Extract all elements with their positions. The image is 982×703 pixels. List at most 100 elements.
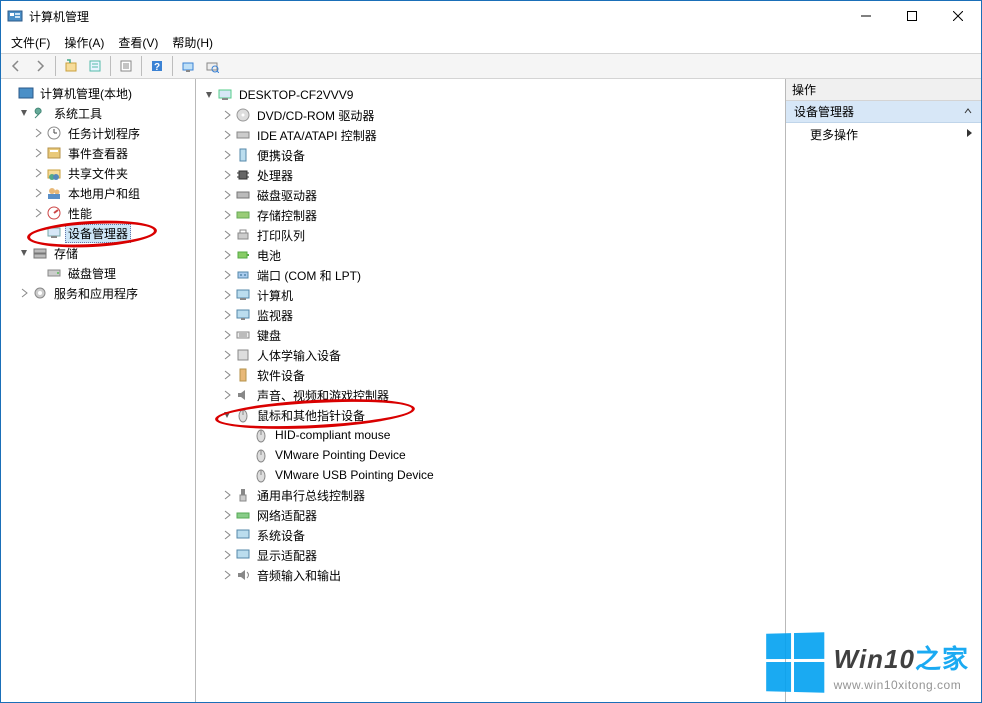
- chevron-right-icon[interactable]: [220, 308, 234, 322]
- device-tree[interactable]: DESKTOP-CF2VVV9 DVD/CD-ROM 驱动器 IDE ATA/A…: [196, 81, 785, 589]
- chevron-right-icon[interactable]: [220, 548, 234, 562]
- back-button[interactable]: [5, 55, 27, 77]
- chevron-right-icon[interactable]: [220, 368, 234, 382]
- chevron-right-icon[interactable]: [220, 148, 234, 162]
- device-category[interactable]: IDE ATA/ATAPI 控制器: [198, 125, 783, 145]
- storage-controller-icon: [235, 207, 251, 223]
- disk-drive-icon: [235, 187, 251, 203]
- chevron-down-icon[interactable]: [202, 88, 216, 102]
- chevron-right-icon[interactable]: [220, 528, 234, 542]
- show-hidden-button[interactable]: [201, 55, 223, 77]
- device-category[interactable]: 音频输入和输出: [198, 565, 783, 585]
- device-category[interactable]: 计算机: [198, 285, 783, 305]
- chevron-right-icon[interactable]: [220, 488, 234, 502]
- chevron-right-icon[interactable]: [220, 328, 234, 342]
- device-category[interactable]: 打印队列: [198, 225, 783, 245]
- device-category[interactable]: 监视器: [198, 305, 783, 325]
- chevron-right-icon[interactable]: [220, 168, 234, 182]
- mmc-tree[interactable]: 计算机管理(本地) 系统工具 任务计划程序 事件查看器 共享文件夹: [1, 79, 195, 307]
- chevron-right-icon[interactable]: [220, 388, 234, 402]
- help-button[interactable]: ?: [146, 55, 168, 77]
- chevron-right-icon[interactable]: [17, 286, 31, 300]
- chevron-right-icon[interactable]: [220, 228, 234, 242]
- device-category[interactable]: 显示适配器: [198, 545, 783, 565]
- chevron-down-icon[interactable]: [17, 246, 31, 260]
- minimize-button[interactable]: [843, 1, 889, 31]
- device-category[interactable]: DVD/CD-ROM 驱动器: [198, 105, 783, 125]
- chevron-right-icon[interactable]: [31, 166, 45, 180]
- chevron-right-icon[interactable]: [220, 508, 234, 522]
- chevron-right-icon[interactable]: [220, 108, 234, 122]
- device-label: VMware USB Pointing Device: [272, 467, 437, 483]
- device-category[interactable]: 网络适配器: [198, 505, 783, 525]
- chevron-right-icon[interactable]: [31, 206, 45, 220]
- tree-root[interactable]: 计算机管理(本地): [3, 83, 193, 103]
- chevron-right-icon[interactable]: [220, 128, 234, 142]
- tree-event-viewer[interactable]: 事件查看器: [3, 143, 193, 163]
- tree-shared-folders[interactable]: 共享文件夹: [3, 163, 193, 183]
- device-root[interactable]: DESKTOP-CF2VVV9: [198, 85, 783, 105]
- chevron-down-icon[interactable]: [17, 106, 31, 120]
- tree-performance[interactable]: 性能: [3, 203, 193, 223]
- menu-file[interactable]: 文件(F): [5, 32, 56, 53]
- device-category[interactable]: 键盘: [198, 325, 783, 345]
- details-button[interactable]: [115, 55, 137, 77]
- tree-device-manager[interactable]: 设备管理器: [3, 223, 193, 243]
- chevron-right-icon[interactable]: [31, 126, 45, 140]
- device-category[interactable]: 存储控制器: [198, 205, 783, 225]
- tree-disk-management[interactable]: 磁盘管理: [3, 263, 193, 283]
- device-category[interactable]: 人体学输入设备: [198, 345, 783, 365]
- device-label: 鼠标和其他指针设备: [254, 406, 368, 425]
- chevron-right-icon[interactable]: [31, 186, 45, 200]
- tree-local-users[interactable]: 本地用户和组: [3, 183, 193, 203]
- chevron-down-icon[interactable]: [3, 86, 17, 100]
- chevron-down-icon[interactable]: [220, 408, 234, 422]
- device-label: 人体学输入设备: [254, 346, 344, 365]
- twisty-none: [238, 428, 252, 442]
- menu-action[interactable]: 操作(A): [58, 32, 110, 53]
- chevron-right-icon[interactable]: [220, 348, 234, 362]
- device-category[interactable]: 磁盘驱动器: [198, 185, 783, 205]
- device-item[interactable]: VMware USB Pointing Device: [198, 465, 783, 485]
- menu-view[interactable]: 查看(V): [112, 32, 164, 53]
- properties-button[interactable]: [84, 55, 106, 77]
- device-category[interactable]: 便携设备: [198, 145, 783, 165]
- scan-hardware-button[interactable]: [177, 55, 199, 77]
- forward-button[interactable]: [29, 55, 51, 77]
- chevron-right-icon[interactable]: [31, 146, 45, 160]
- tree-node-label: 存储: [51, 244, 81, 263]
- maximize-button[interactable]: [889, 1, 935, 31]
- actions-pane: 操作 设备管理器 更多操作: [786, 79, 981, 702]
- device-mouse-category[interactable]: 鼠标和其他指针设备: [198, 405, 783, 425]
- device-category[interactable]: 通用串行总线控制器: [198, 485, 783, 505]
- device-category[interactable]: 端口 (COM 和 LPT): [198, 265, 783, 285]
- tree-node-label: 设备管理器: [65, 224, 131, 243]
- chevron-right-icon[interactable]: [220, 248, 234, 262]
- tree-services-apps[interactable]: 服务和应用程序: [3, 283, 193, 303]
- cpu-icon: [235, 167, 251, 183]
- tree-storage[interactable]: 存储: [3, 243, 193, 263]
- chevron-right-icon[interactable]: [220, 188, 234, 202]
- up-button[interactable]: [60, 55, 82, 77]
- menu-help[interactable]: 帮助(H): [166, 32, 219, 53]
- chevron-right-icon[interactable]: [220, 568, 234, 582]
- device-label: 便携设备: [254, 146, 308, 165]
- device-item[interactable]: VMware Pointing Device: [198, 445, 783, 465]
- actions-more[interactable]: 更多操作: [786, 123, 981, 145]
- device-category[interactable]: 系统设备: [198, 525, 783, 545]
- chevron-right-icon[interactable]: [220, 288, 234, 302]
- close-button[interactable]: [935, 1, 981, 31]
- chevron-right-icon[interactable]: [220, 268, 234, 282]
- device-category[interactable]: 软件设备: [198, 365, 783, 385]
- menubar: 文件(F) 操作(A) 查看(V) 帮助(H): [1, 31, 981, 53]
- collapse-icon[interactable]: [963, 105, 973, 119]
- tree-task-scheduler[interactable]: 任务计划程序: [3, 123, 193, 143]
- chevron-right-icon[interactable]: [220, 208, 234, 222]
- actions-section-header[interactable]: 设备管理器: [786, 101, 981, 123]
- tree-system-tools[interactable]: 系统工具: [3, 103, 193, 123]
- device-category[interactable]: 处理器: [198, 165, 783, 185]
- clock-icon: [46, 125, 62, 141]
- device-item[interactable]: HID-compliant mouse: [198, 425, 783, 445]
- device-category[interactable]: 电池: [198, 245, 783, 265]
- device-category[interactable]: 声音、视频和游戏控制器: [198, 385, 783, 405]
